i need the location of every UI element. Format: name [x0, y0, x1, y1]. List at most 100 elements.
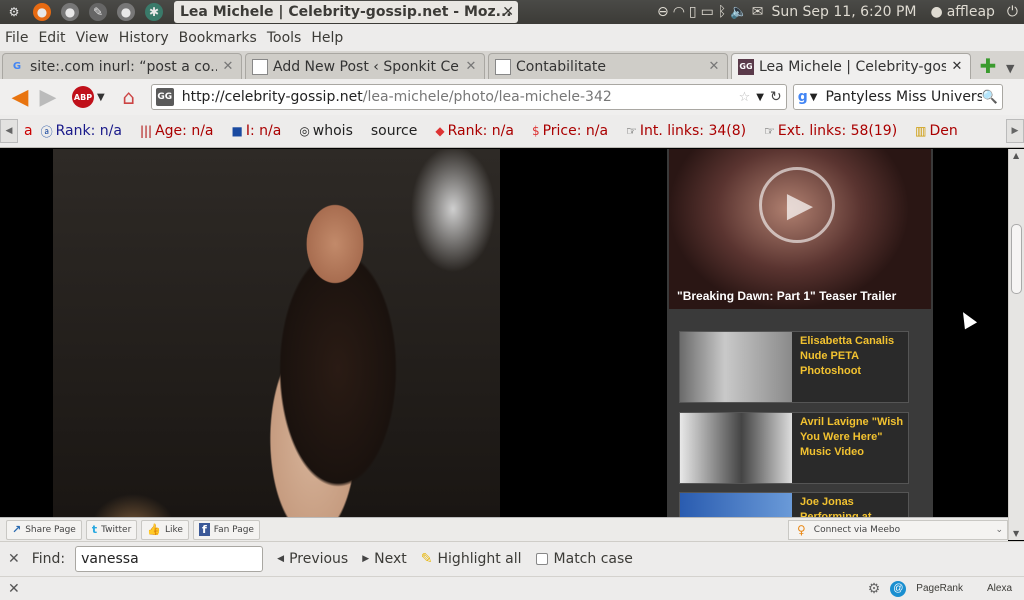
minus-icon[interactable]: ⊖	[657, 4, 669, 20]
bluetooth-icon[interactable]: ᛒ	[718, 4, 726, 20]
tab-close-icon[interactable]: ✕	[707, 59, 721, 74]
search-input[interactable]: Pantyless Miss Univers	[825, 89, 981, 105]
video-thumbnail[interactable]: ▶ "Breaking Dawn: Part 1" Teaser Trailer	[669, 149, 931, 309]
seobar-item-int-links[interactable]: ☞ Int. links: 34(8)	[626, 123, 746, 139]
url-text[interactable]: http://celebrity-gossip.net/lea-michele/…	[182, 89, 739, 105]
seobar-item-price[interactable]: $ Price: n/a	[532, 123, 608, 139]
editor-icon[interactable]: ✎	[89, 3, 107, 21]
seobar-item-density[interactable]: ▥ Den	[915, 123, 958, 139]
tab-lea-michele[interactable]: GG Lea Michele | Celebrity-gos... ✕	[731, 53, 971, 79]
volume-icon[interactable]: 🔈	[730, 4, 747, 20]
related-item[interactable]: Joe Jonas Performing at	[679, 492, 909, 517]
seobar-item-index[interactable]: ■ I: n/a	[232, 123, 282, 139]
status-close-icon[interactable]: ✕	[8, 581, 20, 597]
home-icon[interactable]: ⌂	[115, 83, 143, 111]
url-bar[interactable]: GG http://celebrity-gossip.net/lea-miche…	[150, 84, 787, 110]
url-history-dropdown-icon[interactable]: ▼	[756, 92, 764, 103]
related-thumbnail[interactable]	[680, 413, 792, 483]
like-button[interactable]: 👍 Like	[141, 519, 189, 540]
related-title[interactable]: Elisabetta Canalis Nude PETA Photoshoot	[792, 332, 908, 402]
ubuntu-logo-icon[interactable]: ⚙	[5, 3, 23, 21]
tab-add-new-post[interactable]: Add New Post ‹ Sponkit Cel... ✕	[245, 53, 485, 79]
google-search-engine-icon[interactable]: g	[798, 89, 808, 105]
twitter-button[interactable]: t Twitter	[85, 519, 138, 540]
username[interactable]: affleap	[947, 4, 995, 20]
tab-list-chevron-icon[interactable]: ▼	[1006, 62, 1014, 75]
menu-file[interactable]: File	[5, 30, 28, 46]
pagerank-label[interactable]: PageRank	[916, 583, 963, 594]
seobar-item-rank[interactable]: ⓐ Rank: n/a	[41, 123, 122, 140]
battery-icon[interactable]: ▭	[701, 4, 714, 20]
search-bar[interactable]: g ▼ Pantyless Miss Univers 🔍	[792, 84, 1003, 110]
related-thumbnail[interactable]	[680, 332, 792, 402]
find-previous-button[interactable]: ◀ Previous	[277, 551, 348, 567]
related-title[interactable]: Joe Jonas Performing at	[792, 493, 908, 517]
gear-icon[interactable]: ⚙	[868, 580, 881, 597]
find-next-button[interactable]: ▶ Next	[362, 551, 407, 567]
video-caption[interactable]: "Breaking Dawn: Part 1" Teaser Trailer	[677, 289, 896, 303]
seobar-item-ext-links[interactable]: ☞ Ext. links: 58(19)	[764, 123, 897, 139]
find-input[interactable]	[75, 546, 264, 572]
navigation-toolbar: ◀ ▶ ABP ▼ ⌂ GG http://celebrity-gossip.n…	[0, 79, 1024, 115]
phone-icon[interactable]: ▯	[689, 4, 697, 20]
scroll-down-icon[interactable]: ▼	[1013, 529, 1019, 538]
checkbox-box[interactable]	[535, 553, 548, 565]
mail-icon[interactable]: ✉	[752, 4, 764, 20]
app-icon[interactable]: ●	[61, 3, 79, 21]
seobar-item-source[interactable]: source	[371, 123, 418, 139]
power-icon[interactable]: ⏻	[1007, 4, 1018, 20]
tab-close-icon[interactable]: ✕	[950, 59, 964, 74]
related-item[interactable]: Elisabetta Canalis Nude PETA Photoshoot	[679, 331, 909, 403]
adblock-dropdown-icon[interactable]: ▼	[97, 92, 105, 103]
menu-bookmarks[interactable]: Bookmarks	[179, 30, 257, 46]
seobar-item-a[interactable]: a	[24, 123, 33, 139]
lea-michele-photo[interactable]	[53, 149, 500, 517]
seobar-scroll-left-icon[interactable]: ◀	[0, 119, 18, 143]
network-app-icon[interactable]: ✱	[145, 3, 163, 21]
tab-contabilitate[interactable]: Contabilitate ✕	[488, 53, 728, 79]
menu-view[interactable]: View	[76, 30, 109, 46]
share-page-button[interactable]: ↗ Share Page	[6, 519, 82, 540]
seobar-item-rank2[interactable]: ◆ Rank: n/a	[435, 123, 514, 139]
wifi-icon[interactable]: ◠	[673, 4, 685, 20]
play-icon[interactable]: ▶	[759, 167, 835, 243]
adblock-plus-icon[interactable]: ABP	[72, 86, 94, 108]
scrollbar-thumb[interactable]	[1011, 224, 1022, 294]
tab-google-search[interactable]: G site:.com inurl: “post a co... ✕	[2, 53, 242, 79]
rank-icon: ⓐ	[40, 124, 53, 139]
related-item[interactable]: Avril Lavigne "Wish You Were Here" Music…	[679, 412, 909, 484]
search-engine-dropdown-icon[interactable]: ▼	[810, 92, 818, 103]
menu-tools[interactable]: Tools	[267, 30, 302, 46]
site-identity-icon[interactable]: GG	[155, 88, 174, 106]
seobar-scroll-right-icon[interactable]: ▶	[1006, 119, 1024, 143]
meebo-expand-icon[interactable]: ⌄	[995, 525, 1003, 535]
at-sign-icon[interactable]: @	[890, 580, 907, 597]
forward-arrow-icon[interactable]: ▶	[34, 83, 62, 111]
app2-icon[interactable]: ●	[117, 3, 135, 21]
seobar-item-age[interactable]: ||| Age: n/a	[140, 123, 214, 139]
alexa-label[interactable]: Alexa	[987, 583, 1012, 594]
scroll-up-icon[interactable]: ▲	[1013, 151, 1019, 160]
search-magnifier-icon[interactable]: 🔍	[982, 90, 998, 105]
fan-page-button[interactable]: f Fan Page	[192, 519, 260, 540]
related-title[interactable]: Avril Lavigne "Wish You Were Here" Music…	[792, 413, 908, 483]
tab-close-icon[interactable]: ✕	[464, 59, 478, 74]
menu-edit[interactable]: Edit	[38, 30, 65, 46]
highlight-all-button[interactable]: ✎ Highlight all	[421, 551, 522, 567]
vertical-scrollbar[interactable]: ▲ ▼	[1008, 149, 1024, 540]
menu-history[interactable]: History	[119, 30, 169, 46]
back-arrow-icon[interactable]: ◀	[6, 83, 34, 111]
reload-icon[interactable]: ↻	[770, 89, 782, 105]
match-case-checkbox[interactable]: Match case	[535, 551, 633, 567]
menu-help[interactable]: Help	[311, 30, 343, 46]
window-close-icon[interactable]: ✕	[502, 1, 514, 23]
clock[interactable]: Sun Sep 11, 6:20 PM	[771, 4, 916, 20]
related-thumbnail[interactable]	[680, 493, 792, 517]
firefox-icon[interactable]: ●	[33, 3, 51, 21]
seobar-item-whois[interactable]: ◎ whois	[299, 123, 353, 139]
new-tab-plus-icon[interactable]: ✚	[976, 54, 1000, 78]
bookmark-star-icon[interactable]: ☆	[739, 90, 751, 105]
find-close-icon[interactable]: ✕	[8, 551, 20, 567]
tab-close-icon[interactable]: ✕	[221, 59, 235, 74]
meebo-connect[interactable]: ♀ Connect via Meebo ⌄	[788, 519, 1008, 540]
